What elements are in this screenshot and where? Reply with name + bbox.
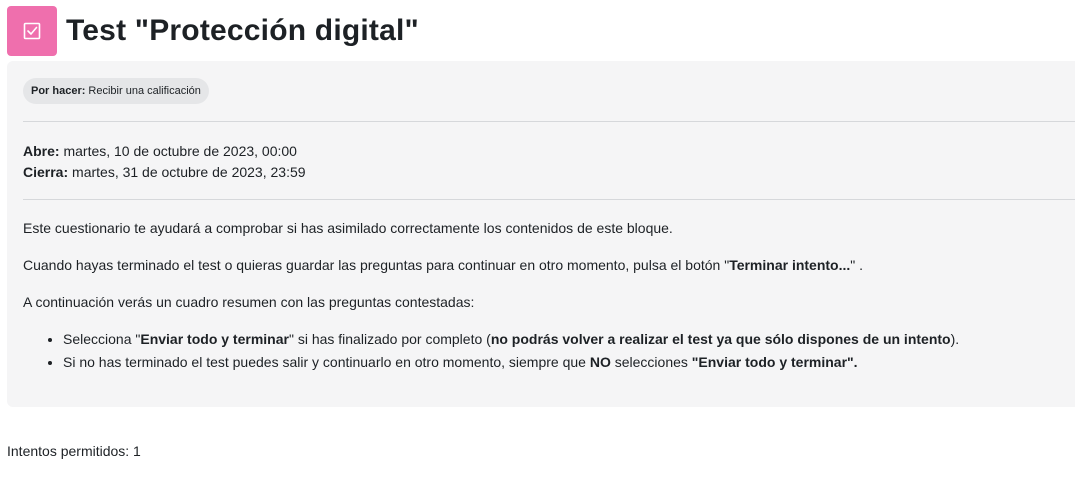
quiz-checkbox-icon (7, 6, 57, 56)
quiz-description: Este cuestionario te ayudará a comprobar… (23, 218, 1073, 375)
text: ). (950, 331, 960, 347)
submit-all-label: Enviar todo y terminar (140, 331, 289, 347)
single-attempt-warning: no podrás volver a realizar el test ya q… (490, 331, 951, 347)
open-date: Abre: martes, 10 de octubre de 2023, 00:… (23, 141, 306, 162)
completion-badge: Por hacer: Recibir una calificación (23, 78, 209, 104)
text: Si no has terminado el test puedes salir… (63, 354, 590, 370)
divider (23, 199, 1075, 200)
divider (23, 121, 1075, 122)
close-date-value: martes, 31 de octubre de 2023, 23:59 (72, 164, 306, 180)
attempts-allowed: Intentos permitidos: 1 (7, 443, 141, 459)
text: " si has finalizado por completo ( (288, 331, 491, 347)
page-header: Test "Protección digital" (7, 6, 419, 56)
text: selecciones (610, 354, 692, 370)
submit-all-label: "Enviar todo y terminar". (691, 354, 858, 370)
text: Cuando hayas terminado el test o quieras… (23, 257, 730, 273)
intro-paragraph-1: Este cuestionario te ayudará a comprobar… (23, 220, 673, 236)
text: " . (850, 257, 864, 273)
list-item: Selecciona "Enviar todo y terminar" si h… (63, 329, 1073, 350)
completion-label: Por hacer: (31, 85, 86, 97)
open-date-label: Abre: (23, 143, 60, 159)
instructions-list: Selecciona "Enviar todo y terminar" si h… (23, 329, 1073, 373)
intro-paragraph-3: A continuación verás un cuadro resumen c… (23, 294, 475, 310)
list-item: Si no has terminado el test puedes salir… (63, 352, 1073, 373)
open-date-value: martes, 10 de octubre de 2023, 00:00 (63, 143, 297, 159)
text: Selecciona " (63, 331, 141, 347)
finish-attempt-label: Terminar intento... (729, 257, 851, 273)
completion-value: Recibir una calificación (88, 85, 201, 97)
activity-dates: Abre: martes, 10 de octubre de 2023, 00:… (23, 141, 306, 183)
no-emphasis: NO (589, 354, 611, 370)
intro-paragraph-2: Cuando hayas terminado el test o quieras… (23, 255, 1073, 276)
close-date-label: Cierra: (23, 164, 69, 180)
page-title: Test "Protección digital" (66, 14, 419, 47)
close-date: Cierra: martes, 31 de octubre de 2023, 2… (23, 162, 306, 183)
activity-info-box: Por hacer: Recibir una calificación Abre… (7, 61, 1075, 407)
